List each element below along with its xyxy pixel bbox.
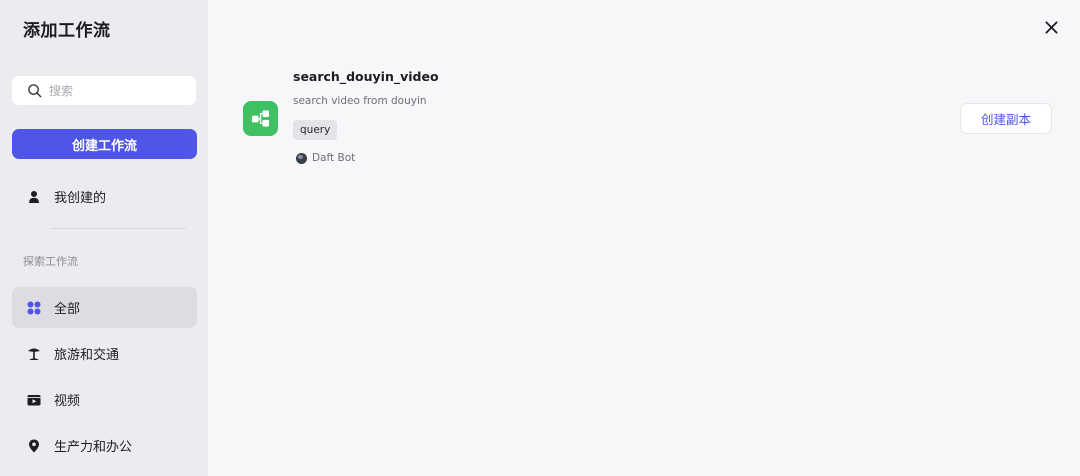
sidebar-item-label: 视频 [54,394,81,409]
user-icon [27,190,41,204]
workflow-icon [243,101,278,136]
sidebar-item-travel[interactable]: 旅游和交通 [12,333,197,374]
sidebar-item-productivity[interactable]: 生产力和办公 [12,425,197,466]
workflow-author: Daft Bot [296,152,355,164]
sidebar-item-label: 我创建的 [54,191,107,206]
create-copy-button[interactable]: 创建副本 [960,103,1052,134]
divider [50,228,186,229]
sidebar-item-label: 旅游和交通 [54,348,120,363]
close-button[interactable] [1040,16,1062,38]
author-name: Daft Bot [312,152,356,164]
create-workflow-button[interactable]: 创建工作流 [12,129,197,159]
sidebar-item-my-created[interactable]: 我创建的 [12,176,197,217]
workflow-title[interactable]: search_douyin_video [293,69,439,84]
sidebar-item-label: 全部 [54,302,81,317]
workflow-tag: query [293,120,338,140]
workflow-description: search video from douyin [293,95,427,107]
search-input[interactable] [49,80,189,101]
sidebar-item-video[interactable]: 视频 [12,379,197,420]
search-box[interactable] [12,76,196,105]
palm-tree-icon [27,347,41,361]
sidebar-item-all[interactable]: 全部 [12,287,197,328]
grid-icon [27,301,41,315]
location-pin-icon [27,439,41,453]
page-title: 添加工作流 [23,21,111,41]
search-icon [28,84,42,98]
video-icon [27,393,41,407]
avatar [296,152,307,164]
sidebar: 添加工作流 创建工作流 我创建的 探索工作流 全部 [0,0,208,476]
section-label: 探索工作流 [23,255,78,268]
sidebar-item-label: 生产力和办公 [54,440,133,455]
close-icon [1044,20,1058,34]
